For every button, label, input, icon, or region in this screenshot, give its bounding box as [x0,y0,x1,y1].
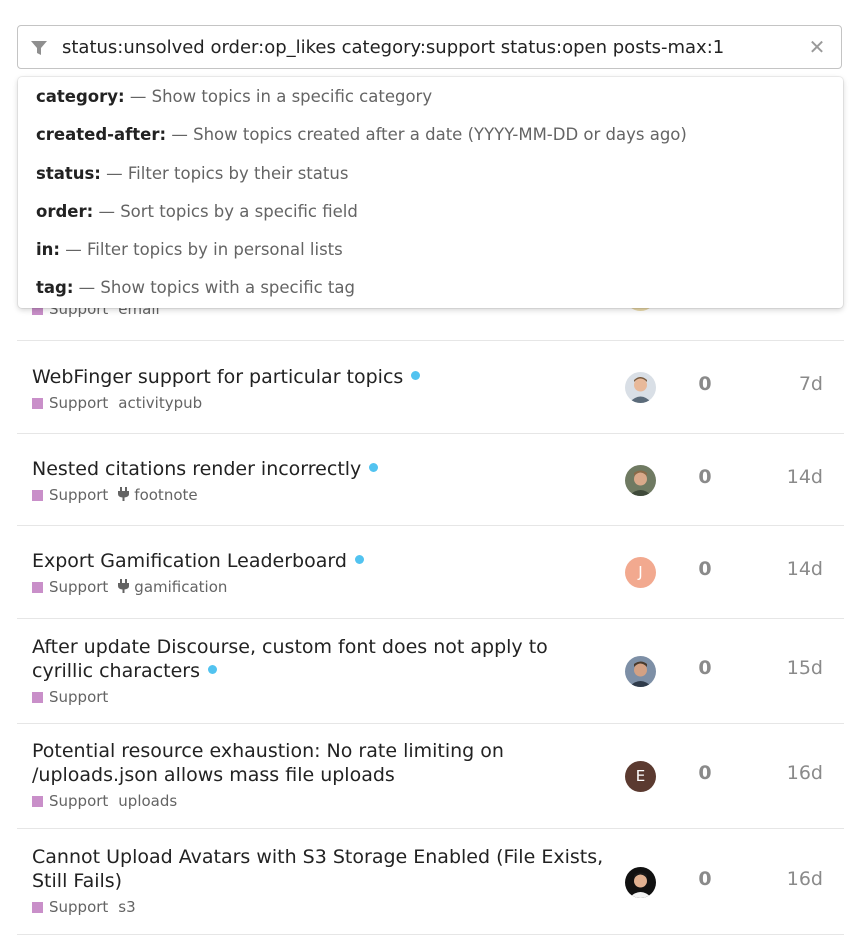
suggestion-description: — Filter topics by in personal lists [60,240,343,260]
category-name: Support [49,394,109,412]
topic-tag[interactable]: footnote [118,486,198,504]
topic-row[interactable]: Nested citations render incorrectly Supp… [17,434,844,526]
topic-title[interactable]: WebFinger support for particular topics [32,365,612,389]
topic-row[interactable]: After update Discourse, custom font does… [17,619,844,724]
filter-query-input[interactable] [62,26,802,68]
topic-tag-label: footnote [134,486,198,504]
category-swatch [32,582,43,593]
activity-time[interactable]: 16d [763,868,823,890]
suggestion-description: — Filter topics by their status [100,163,349,183]
topic-tag[interactable]: uploads [118,792,177,810]
suggestion-description: — Show topics created after a date (YYYY… [166,125,687,145]
topic-row[interactable]: Cannot Upload Avatars with S3 Storage En… [17,829,844,935]
plug-icon [118,579,130,593]
topic-tag[interactable]: gamification [118,578,227,596]
reply-count: 0 [698,657,712,679]
category-name: Support [49,578,109,596]
filter-icon [31,41,47,55]
topic-title-text: Cannot Upload Avatars with S3 Storage En… [32,846,604,892]
topic-row[interactable]: WebFinger support for particular topics … [17,341,844,434]
topic-title[interactable]: Cannot Upload Avatars with S3 Storage En… [32,845,612,893]
avatar[interactable] [625,656,656,687]
topic-meta: Support s3 [32,898,136,916]
activity-time[interactable]: 14d [763,558,823,580]
category-swatch [32,902,43,913]
category-name: Support [49,898,109,916]
plug-icon [118,487,130,501]
topic-meta: Support uploads [32,792,177,810]
activity-time[interactable]: 14d [763,466,823,488]
reply-count: 0 [698,762,712,784]
reply-count: 0 [698,868,712,890]
category-badge-support[interactable]: Support [32,394,108,412]
topic-tag-label: gamification [134,578,228,596]
category-swatch [32,796,43,807]
topic-filter-bar[interactable]: ✕ [17,25,842,69]
suggestion-tag[interactable]: tag: — Show topics with a specific tag [18,269,843,307]
suggestion-key: order: [36,201,94,221]
suggestion-description: — Show topics with a specific tag [73,278,355,298]
topic-tag[interactable]: s3 [118,898,135,916]
topic-meta: Support gamification [32,578,227,596]
category-name: Support [49,486,109,504]
suggestion-in[interactable]: in: — Filter topics by in personal lists [18,231,843,269]
unread-indicator [369,463,379,472]
suggestion-order[interactable]: order: — Sort topics by a specific field [18,193,843,231]
category-badge-support[interactable]: Support [32,688,108,706]
topic-title-text: After update Discourse, custom font does… [32,636,548,682]
activity-time[interactable]: 16d [763,762,823,784]
topic-list: Support email WebFinger support for parti… [17,248,844,935]
suggestion-key: created-after: [36,125,167,145]
reply-count: 0 [698,466,712,488]
topic-tag[interactable]: activitypub [118,394,202,412]
suggestion-created-after[interactable]: created-after: — Show topics created aft… [18,116,843,154]
category-swatch [32,398,43,409]
topic-title[interactable]: Nested citations render incorrectly [32,457,612,481]
unread-indicator [208,665,217,674]
topic-title-text: Nested citations render incorrectly [32,458,362,480]
topic-title[interactable]: Export Gamification Leaderboard [32,549,612,573]
category-badge-support[interactable]: Support [32,486,108,504]
unread-indicator [411,371,421,380]
category-badge-support[interactable]: Support [32,578,108,596]
suggestion-key: tag: [36,278,74,298]
reply-count: 0 [698,373,712,395]
category-swatch [32,692,43,703]
topic-row[interactable]: Potential resource exhaustion: No rate l… [17,724,844,829]
reply-count: 0 [698,558,712,580]
unread-indicator [354,555,364,564]
suggestion-status[interactable]: status: — Filter topics by their status [18,155,843,193]
category-name: Support [49,792,109,810]
topic-meta: Support activitypub [32,394,202,412]
topic-title-text: WebFinger support for particular topics [32,366,404,388]
suggestion-key: status: [36,163,101,183]
topic-meta: Support footnote [32,486,198,504]
avatar[interactable] [625,867,656,898]
filter-suggestions-dropdown: category: — Show topics in a specific ca… [18,77,843,308]
avatar[interactable]: E [625,761,656,792]
activity-time[interactable]: 15d [763,657,823,679]
close-icon[interactable]: ✕ [807,36,827,58]
topic-meta: Support [32,688,108,706]
suggestion-category[interactable]: category: — Show topics in a specific ca… [18,78,843,116]
avatar[interactable] [625,372,656,403]
suggestion-key: in: [36,240,61,260]
activity-time[interactable]: 7d [763,373,823,395]
topic-title-text: Export Gamification Leaderboard [32,550,347,572]
topic-title[interactable]: After update Discourse, custom font does… [32,635,612,683]
topic-row[interactable]: Export Gamification Leaderboard Support g… [17,526,844,619]
suggestion-description: — Sort topics by a specific field [93,201,358,221]
avatar[interactable] [625,465,656,496]
category-badge-support[interactable]: Support [32,898,108,916]
category-swatch [32,490,43,501]
topic-title-text: Potential resource exhaustion: No rate l… [32,740,504,786]
category-name: Support [49,688,109,706]
category-badge-support[interactable]: Support [32,792,108,810]
suggestion-description: — Show topics in a specific category [124,87,433,106]
avatar[interactable]: J [625,557,656,588]
suggestion-key: category: [36,87,125,106]
topic-title[interactable]: Potential resource exhaustion: No rate l… [32,739,612,787]
